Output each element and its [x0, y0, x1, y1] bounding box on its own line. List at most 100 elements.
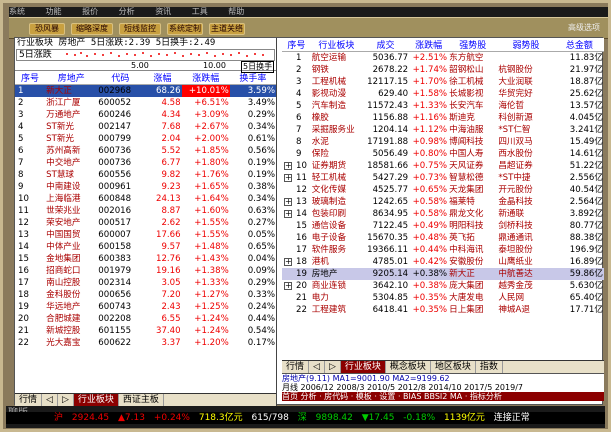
- table-row[interactable]: 6 苏州高新 600736 5.52 +1.85% 0.56%: [15, 145, 276, 157]
- table-row[interactable]: 8 水泥 17191.88 +0.98% 博闻科技 四川双马 15.49亿: [282, 136, 604, 148]
- col-change[interactable]: 涨跌幅: [181, 71, 230, 85]
- col-change[interactable]: 涨跌幅: [409, 38, 449, 52]
- table-row[interactable]: 10 上海临港 600848 24.13 +1.64% 0.34%: [15, 193, 276, 205]
- table-row[interactable]: 1 航空运输 5036.77 +2.51% 东方航空 11.83亿: [282, 52, 604, 65]
- advanced-options-button[interactable]: 高级选项: [568, 22, 600, 33]
- sector-change: +0.80%: [412, 149, 448, 159]
- table-row[interactable]: 19 房地产 9205.14 +0.38% 新大正 中航善达 59.86亿: [282, 268, 604, 280]
- indicator-toolbar[interactable]: 首页 分析 · 房代码 · 模板 · 设置 · BIAS BBSI2 MA · …: [282, 392, 604, 401]
- expand-icon[interactable]: +: [284, 258, 292, 266]
- menu-item[interactable]: 系统: [9, 7, 25, 16]
- tab-next[interactable]: ▷: [325, 361, 341, 373]
- col-strong[interactable]: 强势股: [448, 38, 498, 52]
- expand-icon[interactable]: +: [284, 174, 292, 182]
- toolbar-button-1[interactable]: 恐风暴: [29, 23, 65, 35]
- col-amount[interactable]: 总金额: [554, 38, 604, 52]
- menu-item[interactable]: 帮助: [228, 7, 244, 16]
- row-index: 3: [296, 77, 302, 87]
- stock-price: 9.23: [161, 182, 181, 192]
- table-row[interactable]: 17 南山控股 002314 3.05 +1.33% 0.29%: [15, 277, 276, 289]
- table-row[interactable]: 20 合肥城建 002208 6.55 +1.24% 0.44%: [15, 313, 276, 325]
- table-row[interactable]: 11 世荣兆业 002016 8.87 +1.60% 0.63%: [15, 205, 276, 217]
- table-row[interactable]: 18 金科股份 000656 7.20 +1.27% 0.33%: [15, 289, 276, 301]
- table-row[interactable]: +18 港机 4785.01 +0.42% 安徽股份 山鹰纸业 16.89亿: [282, 256, 604, 268]
- table-row[interactable]: 12 文化传媒 4525.77 +0.65% 天龙集团 开元股份 40.54亿: [282, 184, 604, 196]
- expand-icon[interactable]: +: [284, 198, 292, 206]
- table-row[interactable]: 3 万通地产 600246 4.34 +3.09% 0.29%: [15, 109, 276, 121]
- table-row[interactable]: 16 电子设备 15670.35 +0.48% 英飞拓 鼎通通讯 88.38亿: [282, 232, 604, 244]
- col-sector[interactable]: 行业板块: [310, 38, 362, 52]
- table-row[interactable]: 5 ST新光 000799 2.04 +2.00% 0.61%: [15, 133, 276, 145]
- sector-amount: 14.61亿: [569, 149, 603, 159]
- sector-amount: 16.89亿: [569, 257, 603, 267]
- table-row[interactable]: 14 中体产业 600158 9.57 +1.48% 0.65%: [15, 241, 276, 253]
- col-price[interactable]: 涨幅: [143, 71, 182, 85]
- table-row[interactable]: +20 商业连锁 3642.10 +0.38% 庞大集团 越秀金茂 5.630亿: [282, 280, 604, 292]
- table-row[interactable]: 6 橡胶 1156.88 +1.16% 斯迪克 科创新源 4.045亿: [282, 112, 604, 124]
- tab-board[interactable]: 西证主板: [119, 394, 164, 406]
- toolbar-button-4[interactable]: 系统定制: [167, 23, 203, 35]
- table-row[interactable]: 17 软件服务 19366.11 +0.44% 中科海讯 泰坦股份 196.9亿: [282, 244, 604, 256]
- tab-next[interactable]: ▷: [58, 394, 74, 406]
- col-volume[interactable]: 成交: [361, 38, 410, 52]
- table-row[interactable]: 2 钢铁 2678.22 +1.74% 韶钢松山 杭钢股份 21.97亿: [282, 64, 604, 76]
- table-row[interactable]: 1 新大正 002968 68.26 +10.01% 3.59%: [15, 84, 276, 97]
- expand-icon[interactable]: +: [284, 210, 292, 218]
- toolbar-button-5[interactable]: 主道关络: [209, 23, 245, 35]
- table-row[interactable]: 22 光大嘉宝 600622 3.37 +1.20% 0.17%: [15, 337, 276, 349]
- table-row[interactable]: 2 浙江广厦 600052 4.58 +6.51% 3.49%: [15, 97, 276, 109]
- tab-region[interactable]: 地区板块: [431, 361, 476, 373]
- col-index[interactable]: 序号: [15, 71, 46, 85]
- expand-icon[interactable]: +: [284, 162, 292, 170]
- menu-item[interactable]: 报价: [82, 7, 98, 16]
- tab-quotes[interactable]: 行情: [282, 361, 310, 373]
- table-row[interactable]: 7 中交地产 000736 6.77 +1.80% 0.19%: [15, 157, 276, 169]
- expand-icon[interactable]: +: [284, 282, 292, 290]
- menu-item[interactable]: 工具: [192, 7, 208, 16]
- table-row[interactable]: 21 电力 5304.85 +0.35% 大唐发电 人民网 65.40亿: [282, 292, 604, 304]
- table-row[interactable]: 22 工程建筑 6418.41 +0.35% 日上集团 神城A退 17.71亿: [282, 304, 604, 316]
- table-row[interactable]: 13 中国国贸 600007 17.66 +1.55% 0.05%: [15, 229, 276, 241]
- table-row[interactable]: 21 新城控股 601155 37.40 +1.24% 0.54%: [15, 325, 276, 337]
- tab-index[interactable]: 指数: [476, 361, 503, 373]
- tab-sector[interactable]: 行业板块: [73, 394, 119, 406]
- row-index: 7: [296, 125, 302, 135]
- tab-concept[interactable]: 概念板块: [386, 361, 431, 373]
- col-weak[interactable]: 弱势股: [497, 38, 555, 52]
- tab-prev[interactable]: ◁: [309, 361, 325, 373]
- col-turnover[interactable]: 换手率: [229, 71, 276, 85]
- stock-price: 5.52: [161, 146, 181, 156]
- table-row[interactable]: 7 采掘服务业 1204.14 +1.12% 中海油服 *ST仁智 3.241亿: [282, 124, 604, 136]
- col-code[interactable]: 代码: [97, 71, 144, 85]
- col-index[interactable]: 序号: [282, 38, 311, 52]
- menu-item[interactable]: 资讯: [155, 7, 171, 16]
- weak-stock: 越秀金茂: [498, 281, 533, 291]
- table-row[interactable]: 5 汽车制造 11572.43 +1.33% 长安汽车 海伦哲 13.57亿: [282, 100, 604, 112]
- table-row[interactable]: +11 轻工机械 5427.29 +0.73% 智慧松德 *ST中捷 2.556亿: [282, 172, 604, 184]
- menu-item[interactable]: 分析: [119, 7, 135, 16]
- table-row[interactable]: 3 工程机械 12117.15 +1.70% 徐工机械 大业润联 18.87亿: [282, 76, 604, 88]
- table-row[interactable]: 12 荣安地产 000517 2.62 +1.55% 0.27%: [15, 217, 276, 229]
- table-row[interactable]: 19 华远地产 600743 2.43 +1.25% 0.24%: [15, 301, 276, 313]
- table-row[interactable]: 15 通信设备 7122.45 +0.49% 明阳科技 剑桥科技 80.77亿: [282, 220, 604, 232]
- row-index: 7: [18, 158, 24, 168]
- table-row[interactable]: 16 招商蛇口 001979 19.16 +1.38% 0.09%: [15, 265, 276, 277]
- tab-prev[interactable]: ◁: [42, 394, 58, 406]
- col-name[interactable]: 房地产: [45, 71, 98, 85]
- table-row[interactable]: 8 ST慧球 600556 9.82 +1.76% 0.19%: [15, 169, 276, 181]
- menu-item[interactable]: 功能: [46, 7, 62, 16]
- table-row[interactable]: +13 玻璃制造 1242.65 +0.58% 福莱特 金晶科技 2.564亿: [282, 196, 604, 208]
- table-row[interactable]: +10 证券期货 18581.66 +0.75% 天风证券 昌超证券 51.22亿: [282, 160, 604, 172]
- table-row[interactable]: 9 保险 5056.49 +0.80% 中国人寿 西水股份 14.61亿: [282, 148, 604, 160]
- tab-sector[interactable]: 行业板块: [340, 361, 386, 373]
- row-index: 19: [18, 302, 29, 312]
- toolbar-button-3[interactable]: 短线监控: [119, 23, 161, 35]
- table-row[interactable]: 4 ST新光 002147 7.68 +2.67% 0.34%: [15, 121, 276, 133]
- table-row[interactable]: +14 包装印刷 8634.95 +0.58% 鼎龙文化 新通联 3.892亿: [282, 208, 604, 220]
- row-index: 10: [18, 194, 29, 204]
- table-row[interactable]: 9 中南建设 000961 9.23 +1.65% 0.38%: [15, 181, 276, 193]
- table-row[interactable]: 4 影视动漫 629.40 +1.58% 长城影视 华贸完好 25.62亿: [282, 88, 604, 100]
- axis-mark-c[interactable]: 5日换手: [241, 61, 275, 73]
- table-row[interactable]: 15 金地集团 600383 12.76 +1.43% 0.04%: [15, 253, 276, 265]
- toolbar-button-2[interactable]: 缩略深度: [71, 23, 113, 35]
